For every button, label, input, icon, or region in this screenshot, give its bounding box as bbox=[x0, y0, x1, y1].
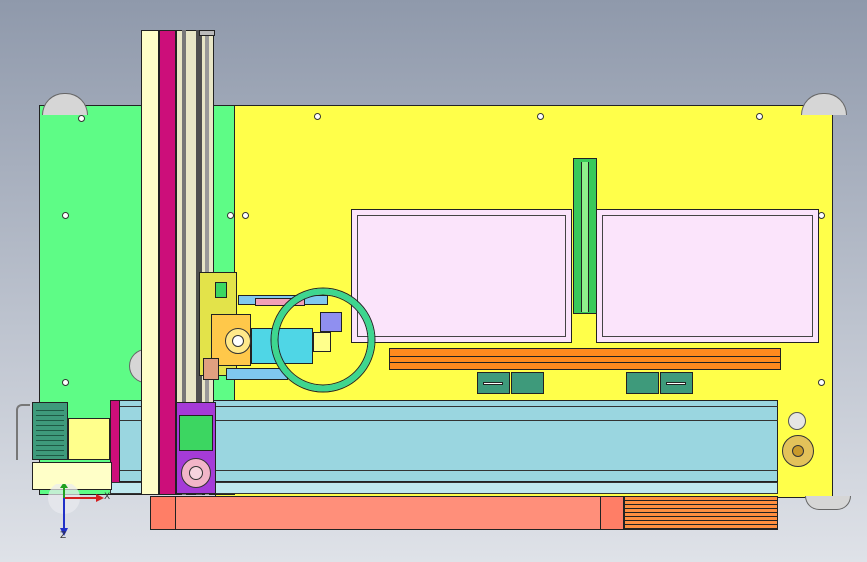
orange-rail bbox=[389, 348, 781, 370]
foot-top-right bbox=[801, 93, 847, 115]
hex-bolt-icon bbox=[78, 115, 85, 122]
gripper-bearing-hub bbox=[232, 335, 244, 347]
coordinate-triad-icon bbox=[48, 484, 104, 536]
stripe-block bbox=[624, 496, 778, 530]
salmon-base-left bbox=[150, 496, 176, 530]
hex-bolt-icon bbox=[537, 113, 544, 120]
gripper-side bbox=[203, 358, 219, 380]
triad-z-label: Z bbox=[60, 531, 67, 541]
work-window-left-inner bbox=[357, 215, 566, 337]
triad-x-label: X bbox=[104, 492, 111, 502]
pulley-hub bbox=[792, 445, 804, 457]
foot-bottom-right bbox=[805, 496, 851, 510]
carriage-roller-hub bbox=[189, 466, 203, 480]
salmon-base bbox=[150, 496, 624, 530]
hex-bolt-icon bbox=[242, 212, 249, 219]
hex-bolt-icon bbox=[314, 113, 321, 120]
clamp-block bbox=[626, 372, 659, 394]
hex-bolt-icon bbox=[62, 212, 69, 219]
clamp-block bbox=[511, 372, 544, 394]
hex-bolt-icon bbox=[227, 212, 234, 219]
clamp-slot bbox=[483, 382, 503, 385]
orange-rail-line bbox=[389, 362, 781, 363]
clamp-slot bbox=[666, 382, 686, 385]
column-light bbox=[141, 30, 159, 495]
gripper-green-tab bbox=[215, 282, 227, 298]
motor-cable bbox=[16, 404, 30, 460]
pulley-small bbox=[788, 412, 806, 430]
salmon-base-end bbox=[600, 496, 624, 530]
center-divider-groove bbox=[581, 162, 589, 312]
ring-fixture bbox=[270, 287, 376, 393]
pink-beam bbox=[159, 30, 176, 495]
column-cap bbox=[199, 30, 215, 36]
carriage-green-block bbox=[179, 415, 213, 451]
orange-rail-line bbox=[389, 356, 781, 357]
hex-bolt-icon bbox=[756, 113, 763, 120]
hex-bolt-icon bbox=[818, 379, 825, 386]
motor-fins bbox=[36, 406, 64, 456]
work-window-right-inner bbox=[602, 215, 813, 337]
motor-mount bbox=[68, 418, 110, 460]
hex-bolt-icon bbox=[62, 379, 69, 386]
foot-top-left bbox=[42, 93, 88, 115]
hex-bolt-icon bbox=[818, 212, 825, 219]
